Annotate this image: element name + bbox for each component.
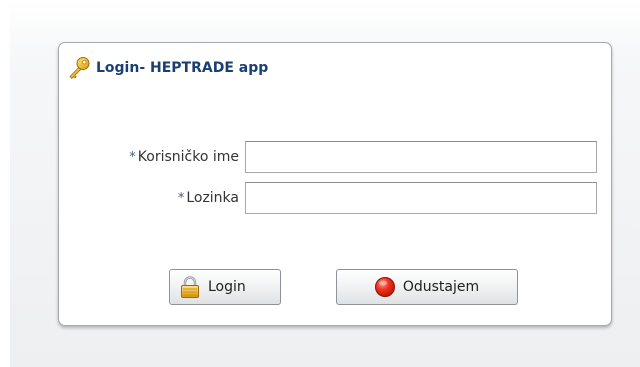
login-panel: Login- HEPTRADE app * Korisničko ime * Loz… (58, 42, 612, 326)
login-button-label: Login (208, 279, 246, 295)
panel-title: Login- HEPTRADE app (96, 60, 269, 76)
login-button[interactable]: Login (169, 269, 281, 305)
key-icon (67, 56, 91, 80)
username-label: * Korisničko ime (129, 149, 239, 165)
username-row: * Korisničko ime (59, 141, 611, 175)
cancel-button-label: Odustajem (402, 279, 480, 295)
password-label: * Lozinka (178, 190, 239, 206)
password-label-text: Lozinka (186, 190, 239, 206)
panel-header: Login- HEPTRADE app (67, 55, 268, 81)
password-row: * Lozinka (59, 182, 611, 216)
required-marker: * (177, 191, 185, 206)
cancel-button[interactable]: Odustajem (336, 269, 518, 305)
password-input[interactable] (245, 182, 597, 214)
username-label-text: Korisničko ime (137, 149, 239, 165)
red-stop-icon (373, 275, 397, 299)
padlock-icon (178, 275, 202, 299)
username-input[interactable] (245, 141, 597, 173)
required-marker: * (129, 150, 136, 165)
